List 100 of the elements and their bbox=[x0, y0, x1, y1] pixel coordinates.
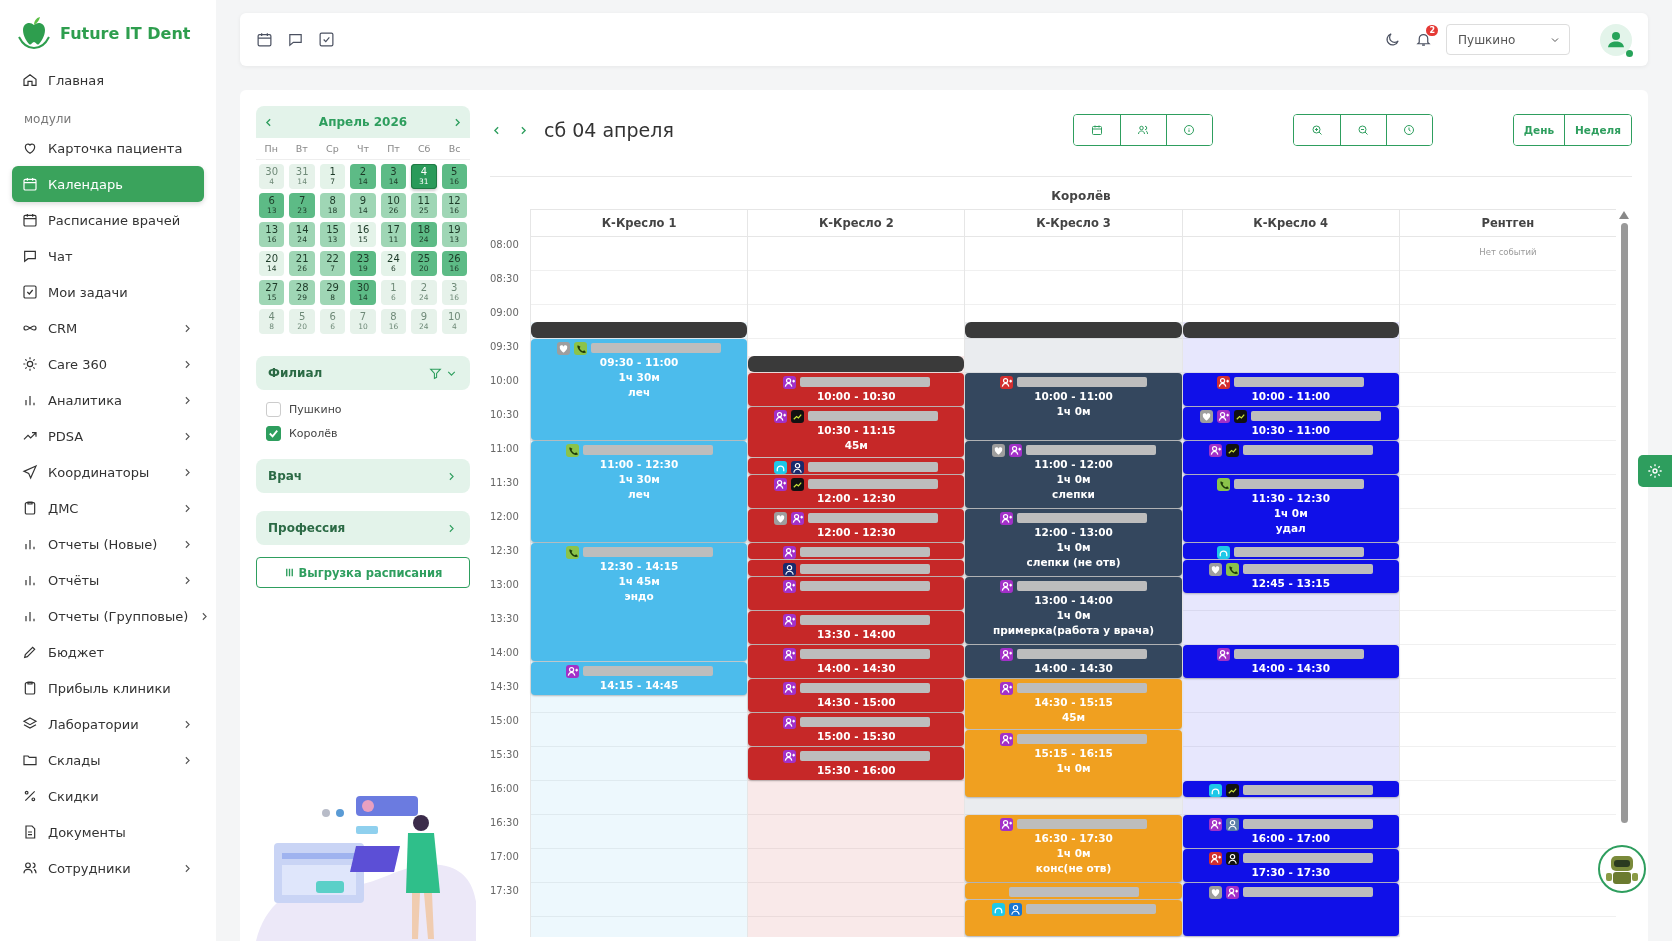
branch-filter[interactable]: Филиал bbox=[256, 356, 470, 390]
zoom-out-icon bbox=[1357, 124, 1370, 136]
appointment-card[interactable]: 12:00 - 12:30 bbox=[748, 475, 965, 508]
event-time: 14:00 - 14:30 bbox=[1251, 661, 1330, 676]
appointment-card[interactable]: 11:00 - 12:00 1ч 0м слепки bbox=[965, 441, 1182, 508]
users-icon bbox=[1137, 124, 1150, 136]
sidebar-item[interactable]: Координаторы bbox=[12, 454, 204, 490]
appointment-card[interactable]: 16:00 - 17:00 bbox=[1182, 815, 1399, 848]
sidebar-item[interactable]: CRM bbox=[12, 310, 204, 346]
calendar-icon bbox=[1090, 124, 1103, 136]
appointment-card[interactable]: 14:00 - 14:30 bbox=[965, 645, 1182, 678]
branch-select[interactable]: Пушкино bbox=[1446, 24, 1570, 55]
time-label: 17:00 bbox=[490, 851, 519, 862]
appointment-card[interactable]: 10:00 - 10:30 bbox=[748, 373, 965, 406]
event-time: 10:00 - 11:00 bbox=[1251, 389, 1330, 404]
appointment-card[interactable]: 10:30 - 11:15 45м bbox=[748, 407, 965, 457]
appointment-card[interactable] bbox=[748, 560, 965, 576]
appointment-card[interactable]: 10:00 - 11:00 bbox=[1182, 373, 1399, 406]
clipboard-icon bbox=[22, 680, 38, 696]
appointment-card[interactable]: 17:30 - 17:30 bbox=[1182, 849, 1399, 882]
event-duration: 1ч 0м bbox=[1056, 472, 1091, 487]
check-icon bbox=[267, 427, 280, 440]
robot-avatar-icon[interactable] bbox=[1598, 845, 1646, 893]
appointment-card[interactable]: 14:30 - 15:00 bbox=[748, 679, 965, 712]
sidebar-item[interactable]: Care 360 bbox=[12, 346, 204, 382]
event-duration: 1ч 0м bbox=[1056, 608, 1091, 623]
appointment-card[interactable]: 15:00 - 15:30 bbox=[748, 713, 965, 746]
moon-icon[interactable] bbox=[1384, 31, 1401, 48]
appointment-card[interactable] bbox=[748, 458, 965, 474]
appointment-card[interactable] bbox=[1182, 781, 1399, 797]
sidebar-item[interactable]: Отчеты (Новые) bbox=[12, 526, 204, 562]
event-duration: 1ч 45м bbox=[618, 574, 660, 589]
sidebar-item[interactable]: Склады bbox=[12, 742, 204, 778]
event-note: конс(не отв) bbox=[1035, 861, 1112, 876]
appointment-card[interactable]: 15:30 - 16:00 bbox=[748, 747, 965, 780]
info-button[interactable] bbox=[1165, 115, 1212, 145]
sidebar-item[interactable]: Отчеты (Групповые) bbox=[12, 598, 204, 634]
settings-button[interactable] bbox=[1638, 455, 1672, 487]
appointment-card[interactable] bbox=[1182, 441, 1399, 474]
appointment-card[interactable]: 12:00 - 12:30 bbox=[748, 509, 965, 542]
appointment-card[interactable]: 14:00 - 14:30 bbox=[748, 645, 965, 678]
sidebar-item[interactable]: Скидки bbox=[12, 778, 204, 814]
bell-icon[interactable] bbox=[1415, 31, 1432, 48]
time-label: 14:00 bbox=[490, 647, 519, 658]
sidebar-item[interactable]: Лаборатории bbox=[12, 706, 204, 742]
weekday-label: Чт bbox=[355, 143, 370, 154]
checkbox[interactable] bbox=[266, 426, 281, 441]
sidebar-item[interactable]: Отчёты bbox=[12, 562, 204, 598]
pen-icon bbox=[22, 644, 38, 660]
time-label: 09:00 bbox=[490, 307, 519, 318]
sidebar-item[interactable]: ДМС bbox=[12, 490, 204, 526]
users-icon bbox=[22, 860, 38, 876]
event-note: эндо bbox=[624, 589, 654, 604]
appointment-card[interactable]: 13:30 - 14:00 bbox=[748, 611, 965, 644]
folder-icon bbox=[22, 752, 38, 768]
time-label: 16:00 bbox=[490, 783, 519, 794]
check-square-icon bbox=[22, 284, 38, 300]
appointment-card[interactable]: 13:00 - 14:00 1ч 0м примерка(работа у врача) bbox=[965, 577, 1182, 644]
appointment-card[interactable]: 12:00 - 13:00 1ч 0м слепки (не отв) bbox=[965, 509, 1182, 576]
sidebar-item[interactable]: Расписание врачей bbox=[12, 202, 204, 238]
calendar-icon[interactable] bbox=[256, 31, 273, 48]
event-duration: 1ч 30м bbox=[618, 472, 660, 487]
sidebar-item[interactable]: Чат bbox=[12, 238, 204, 274]
appointment-card[interactable] bbox=[1182, 883, 1399, 936]
send-icon bbox=[22, 464, 38, 480]
checkbox-label: Пушкино bbox=[289, 403, 342, 416]
sidebar-item[interactable]: Мои задачи bbox=[12, 274, 204, 310]
appointment-card[interactable]: 10:00 - 11:00 1ч 0м bbox=[965, 373, 1182, 440]
appointment-card[interactable]: 14:00 - 14:30 bbox=[1182, 645, 1399, 678]
sidebar-item[interactable]: Сотрудники bbox=[12, 850, 204, 886]
event-duration: 1ч 30м bbox=[618, 370, 660, 385]
sidebar-item[interactable]: Бюджет bbox=[12, 634, 204, 670]
checkbox[interactable] bbox=[266, 402, 281, 417]
sidebar-item[interactable]: Карточка пациента bbox=[12, 130, 204, 166]
appointment-card[interactable] bbox=[1182, 543, 1399, 559]
time-label: 09:30 bbox=[490, 341, 519, 352]
event-time: 15:00 - 15:30 bbox=[817, 729, 896, 744]
sidebar-item[interactable]: PDSA bbox=[12, 418, 204, 454]
time-button[interactable] bbox=[1385, 115, 1432, 145]
time-label: 16:30 bbox=[490, 817, 519, 828]
event-time: 16:00 - 17:00 bbox=[1251, 831, 1330, 846]
date-title: сб 04 апреля bbox=[544, 119, 674, 141]
event-time: 11:30 - 12:30 bbox=[1251, 491, 1330, 506]
profession-filter[interactable]: Профессия bbox=[256, 511, 470, 545]
chat-icon[interactable] bbox=[287, 31, 304, 48]
user-avatar-icon[interactable] bbox=[1600, 23, 1632, 56]
gear-icon bbox=[1647, 463, 1663, 479]
appointment-card[interactable]: 10:30 - 11:00 bbox=[1182, 407, 1399, 440]
event-time: 11:00 - 12:00 bbox=[1034, 457, 1113, 472]
appointment-card[interactable]: 11:30 - 12:30 1ч 0м удал bbox=[1182, 475, 1399, 542]
sidebar-item[interactable]: Прибыль клиники bbox=[12, 670, 204, 706]
sidebar-item[interactable]: Документы bbox=[12, 814, 204, 850]
event-time: 13:30 - 14:00 bbox=[817, 627, 896, 642]
check-square-icon[interactable] bbox=[318, 31, 335, 48]
sidebar-item[interactable]: Аналитика bbox=[12, 382, 204, 418]
scroll-up-icon[interactable] bbox=[1619, 211, 1629, 219]
column-header: К-Кресло 1 bbox=[530, 209, 748, 237]
doctor-filter[interactable]: Врач bbox=[256, 459, 470, 493]
appointment-card[interactable]: 12:45 - 13:15 bbox=[1182, 560, 1399, 593]
sidebar-item[interactable]: Главная bbox=[12, 62, 204, 98]
